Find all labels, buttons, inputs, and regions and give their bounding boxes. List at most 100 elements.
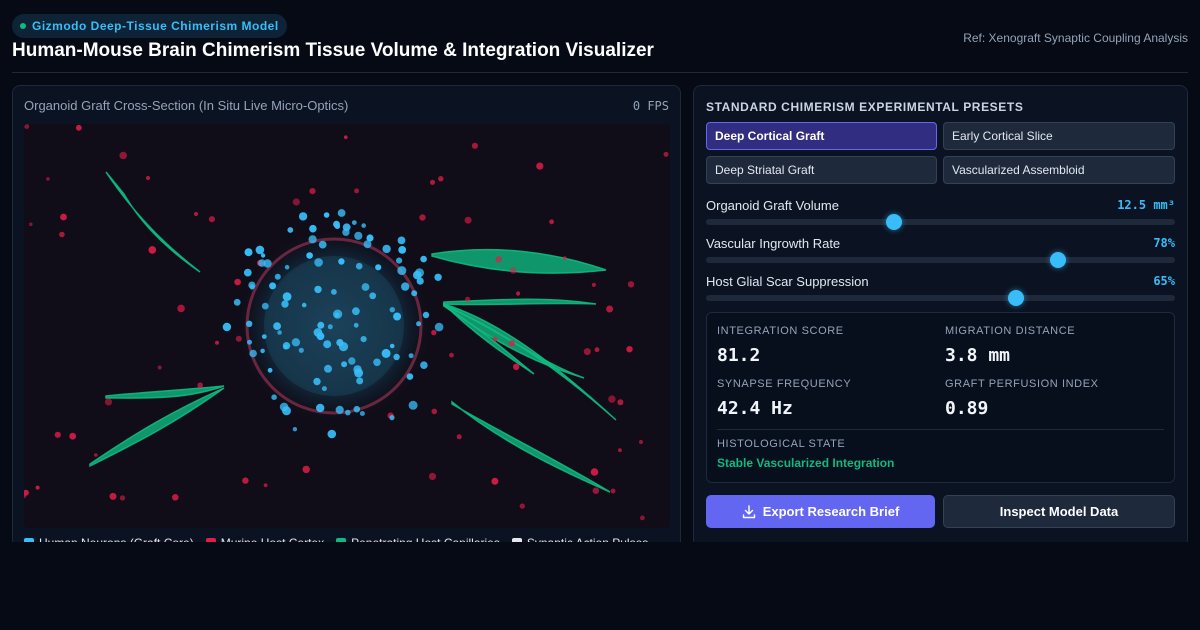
human-neuron — [397, 236, 406, 245]
host-cell — [456, 434, 462, 440]
human-neuron — [298, 212, 308, 221]
human-neuron — [274, 273, 281, 280]
human-neuron — [382, 244, 391, 254]
host-cell — [549, 219, 554, 225]
human-neuron — [351, 220, 357, 225]
stat-value: 81.2 — [717, 345, 761, 366]
human-neuron — [291, 338, 301, 347]
human-neuron — [389, 415, 395, 421]
human-neuron — [316, 403, 325, 413]
human-neuron — [416, 277, 424, 285]
human-neuron — [313, 328, 323, 337]
host-cell — [177, 304, 185, 313]
stat-value: 42.4 Hz — [717, 398, 793, 419]
human-neuron — [323, 212, 330, 218]
slider-label: Organoid Graft Volume — [706, 198, 839, 213]
host-cell — [516, 291, 521, 296]
human-neuron — [321, 386, 327, 392]
preset-button[interactable]: Deep Cortical Graft — [706, 122, 937, 150]
host-cell — [626, 346, 633, 353]
preset-grid: Deep Cortical Graft Early Cortical Slice D… — [706, 122, 1175, 184]
human-neuron — [249, 349, 257, 358]
host-cell — [617, 399, 624, 406]
download-icon — [742, 504, 755, 518]
stat-label: MIGRATION DISTANCE — [945, 325, 1076, 337]
synapse-frequency-stat: SYNAPSE FREQUENCY 42.4 Hz — [717, 378, 851, 419]
host-cell — [104, 398, 113, 406]
status-dot-icon — [20, 23, 26, 29]
human-neuron — [243, 268, 252, 277]
export-research-brief-button[interactable]: Export Research Brief — [706, 495, 935, 528]
viewer-title: Organoid Graft Cross-Section (In Situ Li… — [24, 98, 349, 113]
preset-button[interactable]: Vascularized Assembloid — [943, 156, 1175, 184]
integration-score-stat: INTEGRATION SCORE 81.2 — [717, 325, 844, 366]
human-neuron — [334, 312, 340, 318]
host-cell — [583, 348, 591, 356]
graft-volume-slider[interactable]: Organoid Graft Volume 12.5 mm³ — [706, 198, 1175, 234]
slider-track[interactable] — [706, 257, 1175, 263]
slider-track[interactable] — [706, 219, 1175, 225]
slider-thumb[interactable] — [1007, 290, 1024, 306]
host-cell — [591, 282, 597, 287]
human-neuron — [422, 311, 430, 319]
cross-section-canvas[interactable] — [24, 124, 670, 528]
human-neuron — [369, 292, 377, 300]
human-neuron — [282, 292, 292, 301]
slider-thumb[interactable] — [1049, 252, 1066, 268]
human-neuron — [353, 405, 361, 413]
human-neuron — [313, 377, 321, 386]
inspect-model-data-button[interactable]: Inspect Model Data — [943, 495, 1175, 528]
human-neuron — [353, 365, 362, 374]
human-neuron — [244, 248, 253, 257]
host-cell — [519, 503, 525, 509]
glial-scar-slider[interactable]: Host Glial Scar Suppression 65% — [706, 274, 1175, 310]
stat-label: SYNAPSE FREQUENCY — [717, 378, 852, 390]
slider-value: 65% — [1153, 274, 1175, 288]
human-neuron — [434, 273, 442, 281]
human-neuron — [398, 246, 407, 254]
host-cell — [431, 408, 438, 415]
host-cell — [592, 487, 600, 495]
host-cell — [60, 213, 67, 221]
page-footer-space — [0, 542, 1200, 630]
metrics-card: INTEGRATION SCORE 81.2 MIGRATION DISTANC… — [706, 312, 1175, 483]
host-cell — [234, 278, 241, 286]
human-neuron — [327, 324, 333, 330]
human-neuron — [416, 321, 422, 327]
host-cell — [75, 124, 82, 131]
slider-thumb[interactable] — [885, 214, 902, 230]
human-neuron — [249, 284, 255, 290]
host-cell — [640, 515, 645, 521]
host-cell — [627, 281, 635, 288]
human-neuron — [331, 289, 337, 295]
human-neuron — [324, 364, 332, 373]
human-neuron — [317, 321, 325, 329]
host-cell — [471, 142, 478, 149]
preset-button[interactable]: Early Cortical Slice — [943, 122, 1175, 150]
histology-label: HISTOLOGICAL STATE — [717, 438, 846, 450]
host-cell — [24, 489, 29, 496]
human-neuron — [361, 283, 370, 291]
host-cell — [438, 176, 444, 182]
human-neuron — [359, 411, 365, 416]
host-cell — [431, 329, 437, 336]
human-neuron — [260, 253, 266, 258]
human-neuron — [337, 209, 346, 217]
slider-track[interactable] — [706, 295, 1175, 301]
host-cell — [69, 432, 77, 440]
host-cell — [638, 439, 644, 445]
histology-value: Stable Vascularized Integration — [717, 456, 895, 470]
vascular-ingrowth-slider[interactable]: Vascular Ingrowth Rate 78% — [706, 236, 1175, 272]
human-neuron — [306, 252, 313, 259]
host-cell — [215, 340, 219, 345]
host-cell — [492, 336, 498, 342]
preset-button[interactable]: Deep Striatal Graft — [706, 156, 937, 184]
stat-label: GRAFT PERFUSION INDEX — [945, 378, 1099, 390]
human-neuron — [420, 361, 428, 369]
cross-section-svg — [24, 124, 669, 521]
stat-label: INTEGRATION SCORE — [717, 325, 844, 337]
human-neuron — [261, 334, 267, 339]
human-neuron — [255, 245, 265, 255]
human-neuron — [298, 347, 304, 353]
host-cell — [309, 188, 316, 195]
